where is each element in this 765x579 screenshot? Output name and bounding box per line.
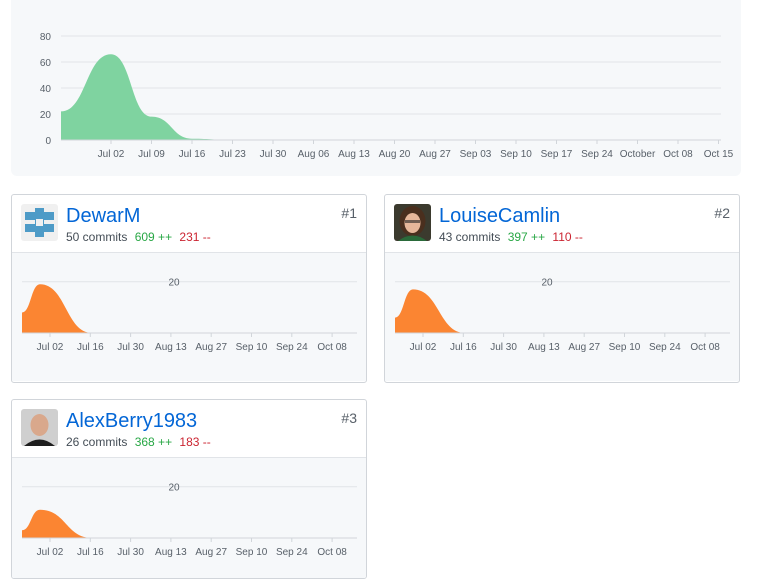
x-tick-label: Jul 30 (260, 149, 287, 160)
avatar-photo[interactable] (394, 204, 431, 241)
contributor-header: LouiseCamlin 43 commits 397 ++ 110 -- #2 (385, 195, 739, 253)
x-tick-label: Aug 13 (155, 547, 187, 558)
series-area (61, 54, 719, 140)
x-tick-label: October (620, 149, 656, 160)
additions-count: 609 ++ (134, 230, 173, 244)
x-tick-label: Jul 02 (410, 342, 437, 353)
x-tick-label: Aug 13 (155, 342, 187, 353)
commits-overview-chart: 80 60 40 20 0 Jul 02 Jul 09 Jul 16 Jul 23 Jul 30 A… (11, 0, 741, 176)
contributor-chart-svg: 20 Jul 02 Jul 16 Jul 30 Aug 13 Aug 27 Sep 10 Se… (22, 483, 366, 558)
contributor-card-2: LouiseCamlin 43 commits 397 ++ 110 -- #2… (384, 194, 740, 383)
x-tick-label: Jul 16 (450, 342, 477, 353)
x-tick-label: Jul 02 (98, 149, 125, 160)
x-tick-label: Sep 03 (460, 149, 492, 160)
x-tick-label: Jul 02 (37, 547, 64, 558)
x-tick-label: Aug 13 (338, 149, 370, 160)
deletions-count: 231 -- (179, 230, 211, 244)
deletions-count: 183 -- (179, 435, 211, 449)
x-tick-label: Jul 30 (117, 547, 144, 558)
x-tick-label: Sep 24 (276, 547, 308, 558)
y-tick-label: 40 (40, 84, 52, 95)
x-tick-label: Aug 06 (298, 149, 330, 160)
x-tick-label: Oct 08 (690, 342, 720, 353)
user-photo-icon (21, 409, 58, 446)
x-tick-label: Aug 13 (528, 342, 560, 353)
overview-chart-svg: 80 60 40 20 0 Jul 02 Jul 09 Jul 16 Jul 23 Jul 30 A… (40, 32, 734, 160)
x-tick-label: Jul 23 (219, 149, 246, 160)
x-tick-label: Jul 16 (77, 342, 104, 353)
user-photo-icon (394, 204, 431, 241)
x-tick-label: Aug 27 (195, 342, 227, 353)
x-tick-label: Jul 09 (138, 149, 165, 160)
additions-count: 368 ++ (134, 435, 173, 449)
x-tick-label: Aug 27 (568, 342, 600, 353)
x-tick-label: Sep 10 (609, 342, 641, 353)
contributor-stats: 43 commits 397 ++ 110 -- (439, 229, 583, 245)
additions-count: 397 ++ (507, 230, 546, 244)
x-tick-label: Aug 27 (419, 149, 451, 160)
x-tick-label: Sep 24 (581, 149, 613, 160)
y-tick-label: 20 (168, 483, 180, 494)
contributor-chart-svg: 20 Jul 02 Jul 16 Jul 30 Aug 13 Aug 27 Sep 10 Se… (22, 278, 366, 353)
series-area (22, 284, 366, 333)
deletions-count: 110 -- (552, 230, 583, 244)
x-tick-label: Oct 15 (704, 149, 734, 160)
y-tick-label: 60 (40, 58, 52, 69)
series-area (22, 509, 366, 538)
y-tick-label: 0 (45, 136, 51, 147)
y-tick-label: 80 (40, 32, 52, 43)
contributor-header: AlexBerry1983 26 commits 368 ++ 183 -- #… (12, 400, 366, 458)
contributor-header: DewarM 50 commits 609 ++ 231 -- #1 (12, 195, 366, 253)
contributor-card-3: AlexBerry1983 26 commits 368 ++ 183 -- #… (11, 399, 367, 579)
contributor-stats: 26 commits 368 ++ 183 -- (66, 434, 211, 450)
contributor-rank: #3 (341, 410, 357, 426)
cross-identicon-icon (21, 204, 58, 241)
commit-count[interactable]: 43 commits (439, 230, 500, 244)
contributor-rank: #2 (714, 205, 730, 221)
x-tick-label: Jul 16 (179, 149, 206, 160)
contributor-username[interactable]: LouiseCamlin (439, 204, 560, 228)
x-tick-label: Sep 24 (649, 342, 681, 353)
x-tick-label: Sep 24 (276, 342, 308, 353)
y-tick-label: 20 (168, 278, 180, 289)
x-tick-label: Sep 10 (236, 342, 268, 353)
y-tick-label: 20 (541, 278, 553, 289)
x-tick-label: Oct 08 (317, 342, 347, 353)
avatar-photo[interactable] (21, 409, 58, 446)
contributor-rank: #1 (341, 205, 357, 221)
x-tick-label: Oct 08 (663, 149, 693, 160)
contributor-chart: 20 Jul 02 Jul 16 Jul 30 Aug 13 Aug 27 Sep 10 Se… (12, 253, 366, 381)
contributor-chart-svg: 20 Jul 02 Jul 16 Jul 30 Aug 13 Aug 27 Sep 10 Se… (395, 278, 739, 353)
x-tick-label: Oct 08 (317, 547, 347, 558)
contributor-username[interactable]: AlexBerry1983 (66, 409, 197, 433)
y-tick-label: 20 (40, 110, 52, 121)
x-tick-label: Aug 20 (379, 149, 411, 160)
x-tick-label: Sep 10 (500, 149, 532, 160)
x-tick-label: Jul 16 (77, 547, 104, 558)
x-tick-label: Sep 17 (541, 149, 573, 160)
series-area (395, 289, 739, 333)
x-tick-label: Jul 30 (117, 342, 144, 353)
commit-count[interactable]: 50 commits (66, 230, 127, 244)
contributor-card-1: DewarM 50 commits 609 ++ 231 -- #1 20 Jul… (11, 194, 367, 383)
x-tick-label: Jul 30 (490, 342, 517, 353)
x-tick-label: Sep 10 (236, 547, 268, 558)
x-tick-label: Aug 27 (195, 547, 227, 558)
x-tick-label: Jul 02 (37, 342, 64, 353)
avatar-identicon[interactable] (21, 204, 58, 241)
contributor-chart: 20 Jul 02 Jul 16 Jul 30 Aug 13 Aug 27 Sep 10 Se… (12, 458, 366, 578)
contributor-chart: 20 Jul 02 Jul 16 Jul 30 Aug 13 Aug 27 Sep 10 Se… (385, 253, 739, 381)
contributor-username[interactable]: DewarM (66, 204, 140, 228)
contributor-stats: 50 commits 609 ++ 231 -- (66, 229, 211, 245)
commit-count[interactable]: 26 commits (66, 435, 127, 449)
